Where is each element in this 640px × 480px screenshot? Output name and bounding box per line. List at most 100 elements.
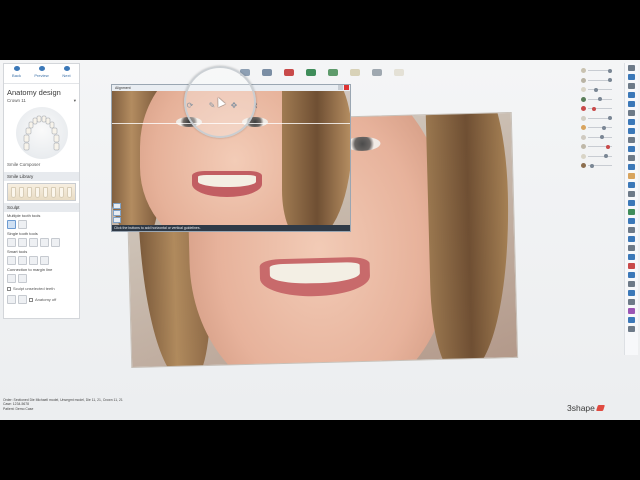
tool-icon[interactable] bbox=[628, 290, 635, 296]
tool-icon[interactable] bbox=[628, 164, 635, 170]
tool-icon[interactable] bbox=[628, 326, 635, 332]
scan-icon[interactable] bbox=[258, 65, 276, 79]
lower-jaw-icon[interactable] bbox=[324, 65, 342, 79]
slider-knob[interactable] bbox=[608, 78, 612, 83]
smart-tool-button[interactable] bbox=[29, 256, 38, 265]
tool-icon[interactable] bbox=[628, 65, 635, 71]
crown-selector[interactable]: Crown 11 ▾ bbox=[4, 98, 79, 104]
opacity-slider[interactable] bbox=[588, 106, 612, 111]
smile-composer-row[interactable]: Smile Composer bbox=[4, 159, 79, 170]
slider-knob[interactable] bbox=[602, 125, 606, 130]
tool-icon[interactable] bbox=[628, 110, 635, 116]
tool-icon[interactable] bbox=[628, 137, 635, 143]
top-toolbar bbox=[236, 63, 412, 81]
single-tool-button[interactable] bbox=[7, 238, 16, 247]
single-tool-button[interactable] bbox=[40, 238, 49, 247]
teeth-view-icon[interactable] bbox=[280, 65, 298, 79]
tool-icon[interactable] bbox=[628, 227, 635, 233]
tool-icon[interactable] bbox=[628, 83, 635, 89]
slider-knob[interactable] bbox=[608, 68, 612, 73]
scale-tool-button[interactable] bbox=[18, 220, 27, 229]
back-button[interactable]: Back bbox=[6, 66, 28, 83]
opacity-slider[interactable] bbox=[588, 125, 612, 130]
slider-knob[interactable] bbox=[598, 97, 602, 102]
single-tool-button[interactable] bbox=[18, 238, 27, 247]
opacity-slider[interactable] bbox=[588, 144, 612, 149]
opacity-slider[interactable] bbox=[588, 68, 612, 73]
sculpt-unselected-checkbox[interactable]: Sculpt unselected teeth bbox=[4, 284, 79, 293]
tooth bbox=[35, 186, 41, 198]
teeth-shape bbox=[198, 175, 256, 187]
horizontal-guide-button[interactable] bbox=[113, 203, 121, 209]
smart-tool-button[interactable] bbox=[40, 256, 49, 265]
smile-library-header[interactable]: Smile Library bbox=[4, 172, 79, 181]
slider-knob[interactable] bbox=[590, 163, 594, 168]
slider-knob[interactable] bbox=[600, 135, 604, 140]
tooth-icon bbox=[581, 87, 586, 93]
single-tool-button[interactable] bbox=[51, 238, 60, 247]
tool-icon[interactable] bbox=[628, 254, 635, 260]
center-guide-button[interactable] bbox=[113, 217, 121, 223]
opacity-slider[interactable] bbox=[588, 78, 612, 83]
move-tool-button[interactable] bbox=[7, 220, 16, 229]
tool-icon[interactable] bbox=[628, 119, 635, 125]
next-button[interactable]: Next bbox=[56, 66, 78, 83]
close-button[interactable] bbox=[344, 85, 349, 90]
patient-info: Patient: Demo Case bbox=[3, 406, 34, 411]
tool-icon[interactable] bbox=[628, 281, 635, 287]
slider-knob[interactable] bbox=[604, 154, 608, 159]
crown-label: Crown 11 bbox=[7, 98, 26, 103]
tool-icon[interactable] bbox=[628, 128, 635, 134]
opacity-slider[interactable] bbox=[588, 116, 612, 121]
dental-arch-preview[interactable] bbox=[15, 107, 68, 159]
tool-icon[interactable] bbox=[628, 92, 635, 98]
opacity-slider[interactable] bbox=[588, 154, 612, 159]
slider-knob[interactable] bbox=[592, 106, 596, 111]
tool-icon[interactable] bbox=[628, 173, 635, 179]
smile-library-preview[interactable] bbox=[7, 183, 76, 201]
tool-icon[interactable] bbox=[628, 236, 635, 242]
redo-icon[interactable] bbox=[18, 295, 27, 304]
tooth-icon bbox=[581, 115, 586, 121]
tool-icon[interactable] bbox=[628, 101, 635, 107]
tool-icon[interactable] bbox=[628, 272, 635, 278]
connection-tool-button[interactable] bbox=[7, 274, 16, 283]
slider-knob[interactable] bbox=[606, 144, 610, 149]
smart-tool-button[interactable] bbox=[7, 256, 16, 265]
sculpt-header[interactable]: Sculpt bbox=[4, 203, 79, 212]
tool-icon[interactable] bbox=[628, 308, 635, 314]
upper-jaw-icon[interactable] bbox=[302, 65, 320, 79]
undo-icon[interactable] bbox=[7, 295, 16, 304]
tool-icon[interactable] bbox=[628, 182, 635, 188]
connection-tool-button[interactable] bbox=[18, 274, 27, 283]
crown-view-icon[interactable] bbox=[390, 65, 408, 79]
tool-icon[interactable] bbox=[628, 263, 635, 269]
single-tool-button[interactable] bbox=[29, 238, 38, 247]
tool-icon[interactable] bbox=[628, 200, 635, 206]
occlusion-icon[interactable] bbox=[346, 65, 364, 79]
logo-text: 3shape bbox=[567, 403, 595, 413]
opacity-slider[interactable] bbox=[588, 97, 612, 102]
opacity-slider[interactable] bbox=[588, 135, 612, 140]
preview-button[interactable]: Preview bbox=[31, 66, 53, 83]
tool-icon[interactable] bbox=[628, 317, 635, 323]
smart-tool-button[interactable] bbox=[18, 256, 27, 265]
opacity-slider[interactable] bbox=[588, 163, 612, 168]
minimize-button[interactable] bbox=[338, 85, 343, 90]
opacity-slider[interactable] bbox=[588, 87, 612, 92]
tool-icon[interactable] bbox=[628, 155, 635, 161]
tool-icon[interactable] bbox=[628, 299, 635, 305]
side-view-icon[interactable] bbox=[368, 65, 386, 79]
tool-icon[interactable] bbox=[628, 209, 635, 215]
next-label: Next bbox=[62, 73, 71, 78]
tool-icon[interactable] bbox=[628, 218, 635, 224]
logo-mark-icon bbox=[595, 405, 605, 411]
tool-icon[interactable] bbox=[628, 191, 635, 197]
tool-icon[interactable] bbox=[628, 146, 635, 152]
tool-icon[interactable] bbox=[628, 245, 635, 251]
vertical-guide-button[interactable] bbox=[113, 210, 121, 216]
slider-knob[interactable] bbox=[594, 87, 598, 92]
slider-knob[interactable] bbox=[608, 116, 612, 121]
tool-icon[interactable] bbox=[628, 74, 635, 80]
anatomy-toggle-row[interactable]: Anatomy off bbox=[4, 293, 79, 306]
